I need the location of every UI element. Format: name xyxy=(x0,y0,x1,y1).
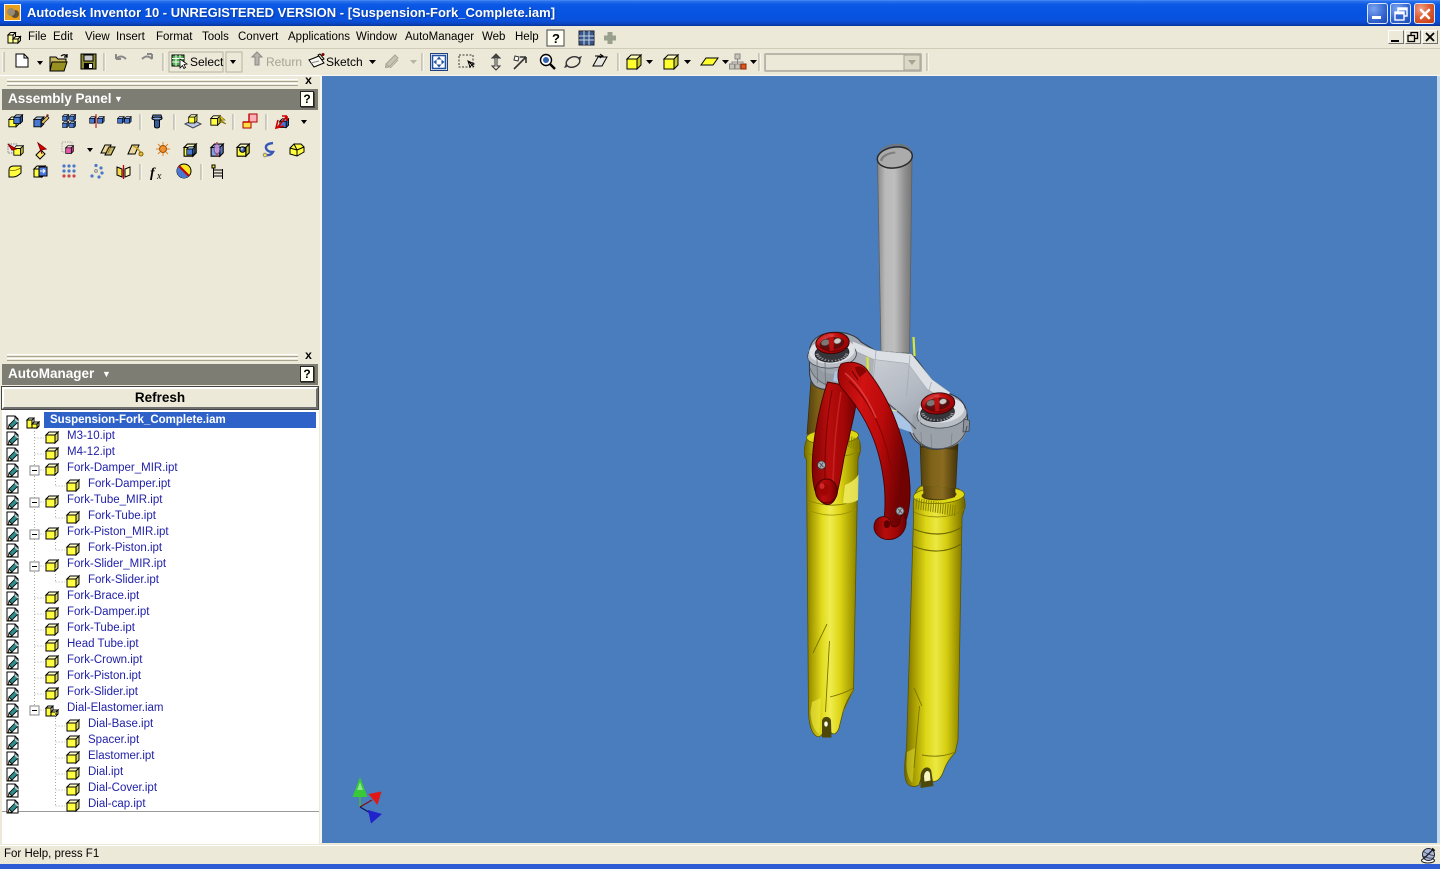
svg-text:Return: Return xyxy=(266,55,302,69)
svg-text:Sketch: Sketch xyxy=(326,55,363,69)
svg-text:x: x xyxy=(156,171,162,182)
svg-text:Select: Select xyxy=(190,55,224,69)
svg-text:f: f xyxy=(150,166,156,181)
svg-text:?: ? xyxy=(552,31,560,46)
